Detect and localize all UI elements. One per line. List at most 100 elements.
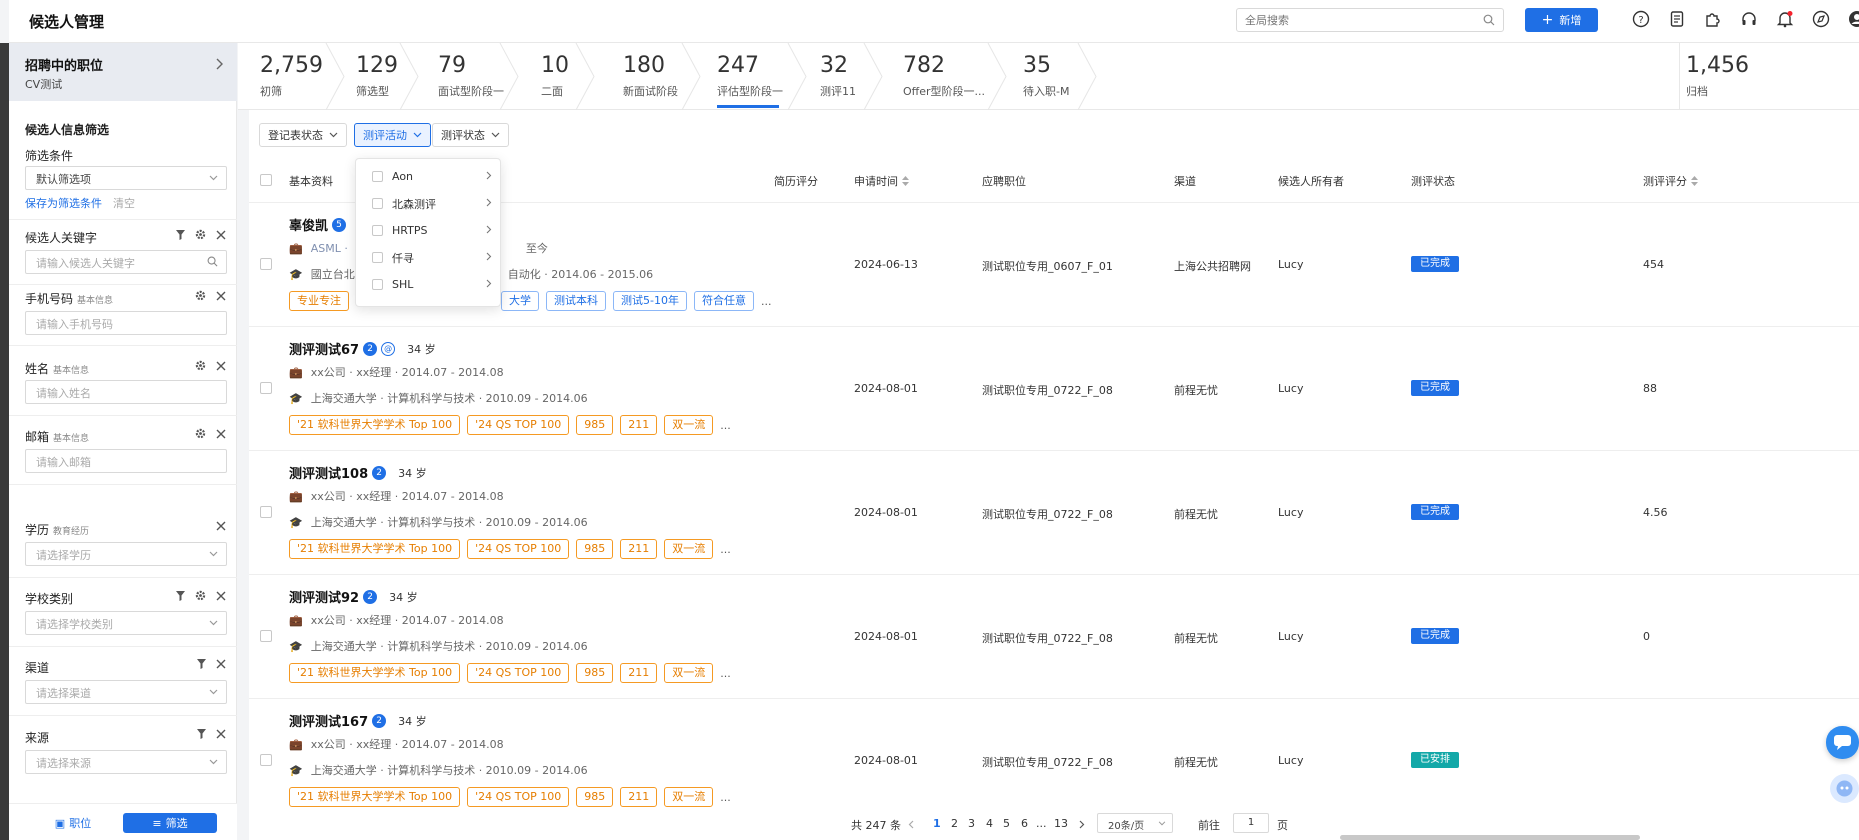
- applied-position[interactable]: 测试职位专用_0722_F_08: [982, 506, 1113, 522]
- page-number[interactable]: 1: [933, 817, 941, 830]
- funnel-icon[interactable]: [176, 590, 185, 601]
- close-icon[interactable]: [216, 291, 226, 301]
- dropdown-checkbox[interactable]: [372, 171, 383, 182]
- goto-page-input[interactable]: 1: [1233, 813, 1269, 833]
- funnel-icon[interactable]: [197, 729, 206, 739]
- dropdown-checkbox[interactable]: [372, 252, 383, 263]
- gear-icon[interactable]: [195, 229, 206, 240]
- apply-time-header[interactable]: 申请时间: [854, 173, 909, 189]
- candidate-name[interactable]: 测评测试108 2 34 岁: [289, 463, 427, 482]
- applied-position[interactable]: 测试职位专用_0722_F_08: [982, 630, 1113, 646]
- default-filter-select[interactable]: 默认筛选项: [25, 166, 227, 190]
- assessment-status-filter[interactable]: 测评状态: [432, 123, 509, 147]
- applied-position[interactable]: 测试职位专用_0722_F_08: [982, 382, 1113, 398]
- table-row[interactable]: 测评测试67 2 @34 岁 💼 xx公司 · xx经理 · 2014.07 - 20…: [249, 327, 1859, 451]
- table-row[interactable]: 测评测试92 2 34 岁 💼 xx公司 · xx经理 · 2014.07 - 201…: [249, 575, 1859, 699]
- keyword-search-field[interactable]: 请输入候选人关键字: [25, 250, 227, 274]
- close-icon[interactable]: [216, 729, 226, 739]
- gear-icon[interactable]: [195, 590, 206, 601]
- applied-position[interactable]: 测试职位专用_0722_F_08: [982, 754, 1113, 770]
- search-icon[interactable]: [1483, 14, 1495, 26]
- email-input[interactable]: 请输入邮箱: [25, 449, 227, 473]
- phone-input[interactable]: 请输入手机号码: [25, 311, 227, 335]
- page-number[interactable]: 13: [1054, 817, 1068, 830]
- global-search-box[interactable]: [1236, 8, 1504, 32]
- page-number[interactable]: 2: [951, 817, 958, 830]
- chevron-right-icon[interactable]: [215, 57, 225, 71]
- education-select[interactable]: 请选择学历: [25, 542, 227, 566]
- page-number[interactable]: 3: [968, 817, 975, 830]
- more-tags-ellipsis[interactable]: ...: [720, 543, 731, 556]
- notification-bell-icon[interactable]: [1776, 10, 1794, 28]
- chat-bubble-icon[interactable]: [1826, 726, 1859, 759]
- chevron-left-icon[interactable]: [908, 820, 914, 829]
- applied-position[interactable]: 测试职位专用_0607_F_01: [982, 258, 1113, 274]
- row-checkbox[interactable]: [260, 754, 272, 766]
- funnel-icon[interactable]: [176, 229, 185, 240]
- more-tags-ellipsis[interactable]: ...: [720, 667, 731, 680]
- chevron-right-icon[interactable]: [1079, 820, 1085, 829]
- eval-score-header[interactable]: 测评评分: [1643, 173, 1698, 189]
- recruiting-job-card[interactable]: 招聘中的职位 CV测试: [9, 43, 237, 101]
- dropdown-item[interactable]: HRTPS: [356, 217, 502, 244]
- dropdown-checkbox[interactable]: [372, 279, 383, 290]
- gear-icon[interactable]: [195, 290, 206, 301]
- page-number[interactable]: 6: [1021, 817, 1028, 830]
- school-type-select[interactable]: 请选择学校类别: [25, 611, 227, 635]
- position-tab-button[interactable]: ▣ 职位: [33, 813, 113, 833]
- channel-select[interactable]: 请选择渠道: [25, 680, 227, 704]
- close-icon[interactable]: [216, 659, 226, 669]
- clear-filter-link[interactable]: 清空: [113, 195, 135, 211]
- table-row[interactable]: 测评测试108 2 34 岁 💼 xx公司 · xx经理 · 2014.07 - 20…: [249, 451, 1859, 575]
- source-select[interactable]: 请选择来源: [25, 750, 227, 774]
- candidate-name[interactable]: 测评测试167 2 34 岁: [289, 711, 427, 730]
- compass-icon[interactable]: [1812, 10, 1830, 28]
- horizontal-scrollbar[interactable]: [1340, 835, 1640, 840]
- table-row[interactable]: 测评测试167 2 34 岁 💼 xx公司 · xx经理 · 2014.07 - 20…: [249, 699, 1859, 808]
- registration-status-filter[interactable]: 登记表状态: [259, 123, 347, 147]
- dropdown-checkbox[interactable]: [372, 198, 383, 209]
- close-icon[interactable]: [216, 361, 226, 371]
- puzzle-icon[interactable]: [1704, 10, 1722, 28]
- assistant-robot-icon[interactable]: [1830, 774, 1859, 803]
- candidate-name[interactable]: 测评测试67 2 @34 岁: [289, 339, 436, 358]
- funnel-icon[interactable]: [197, 659, 206, 669]
- close-icon[interactable]: [216, 521, 226, 531]
- row-checkbox[interactable]: [260, 630, 272, 642]
- more-tags-ellipsis[interactable]: ...: [761, 295, 772, 308]
- candidate-name[interactable]: 测评测试92 2 34 岁: [289, 587, 418, 606]
- page-number[interactable]: 4: [986, 817, 993, 830]
- more-tags-ellipsis[interactable]: ...: [720, 791, 731, 804]
- name-input[interactable]: 请输入姓名: [25, 380, 227, 404]
- close-icon[interactable]: [216, 230, 226, 240]
- dropdown-item[interactable]: Aon: [356, 163, 502, 190]
- dropdown-checkbox[interactable]: [372, 225, 383, 236]
- close-icon[interactable]: [216, 591, 226, 601]
- row-checkbox[interactable]: [260, 506, 272, 518]
- row-checkbox[interactable]: [260, 382, 272, 394]
- row-checkbox[interactable]: [260, 258, 272, 270]
- assessment-activity-filter[interactable]: 测评活动: [354, 123, 431, 147]
- dropdown-item[interactable]: 北森测评: [356, 190, 502, 217]
- page-ellipsis[interactable]: ...: [1036, 817, 1047, 830]
- dropdown-item[interactable]: 仟寻: [356, 244, 502, 271]
- sort-icon[interactable]: [1691, 176, 1698, 186]
- candidate-name[interactable]: 辜俊凯 5: [289, 215, 347, 234]
- select-all-checkbox[interactable]: [260, 174, 272, 186]
- save-filter-link[interactable]: 保存为筛选条件: [25, 195, 102, 211]
- gear-icon[interactable]: [195, 428, 206, 439]
- more-tags-ellipsis[interactable]: ...: [720, 419, 731, 432]
- document-icon[interactable]: [1668, 10, 1686, 28]
- headset-icon[interactable]: [1740, 10, 1758, 28]
- add-new-button[interactable]: + 新增: [1525, 8, 1598, 32]
- page-number[interactable]: 5: [1003, 817, 1010, 830]
- help-icon[interactable]: ?: [1632, 10, 1650, 28]
- close-icon[interactable]: [216, 429, 226, 439]
- dropdown-item[interactable]: SHL: [356, 271, 502, 298]
- gear-icon[interactable]: [195, 360, 206, 371]
- page-size-select[interactable]: 20条/页: [1097, 813, 1173, 833]
- global-search-input[interactable]: [1237, 9, 1467, 31]
- sort-icon[interactable]: [902, 176, 909, 186]
- filter-tab-button[interactable]: ≡ 筛选: [123, 813, 217, 833]
- user-avatar-icon[interactable]: [1848, 10, 1859, 28]
